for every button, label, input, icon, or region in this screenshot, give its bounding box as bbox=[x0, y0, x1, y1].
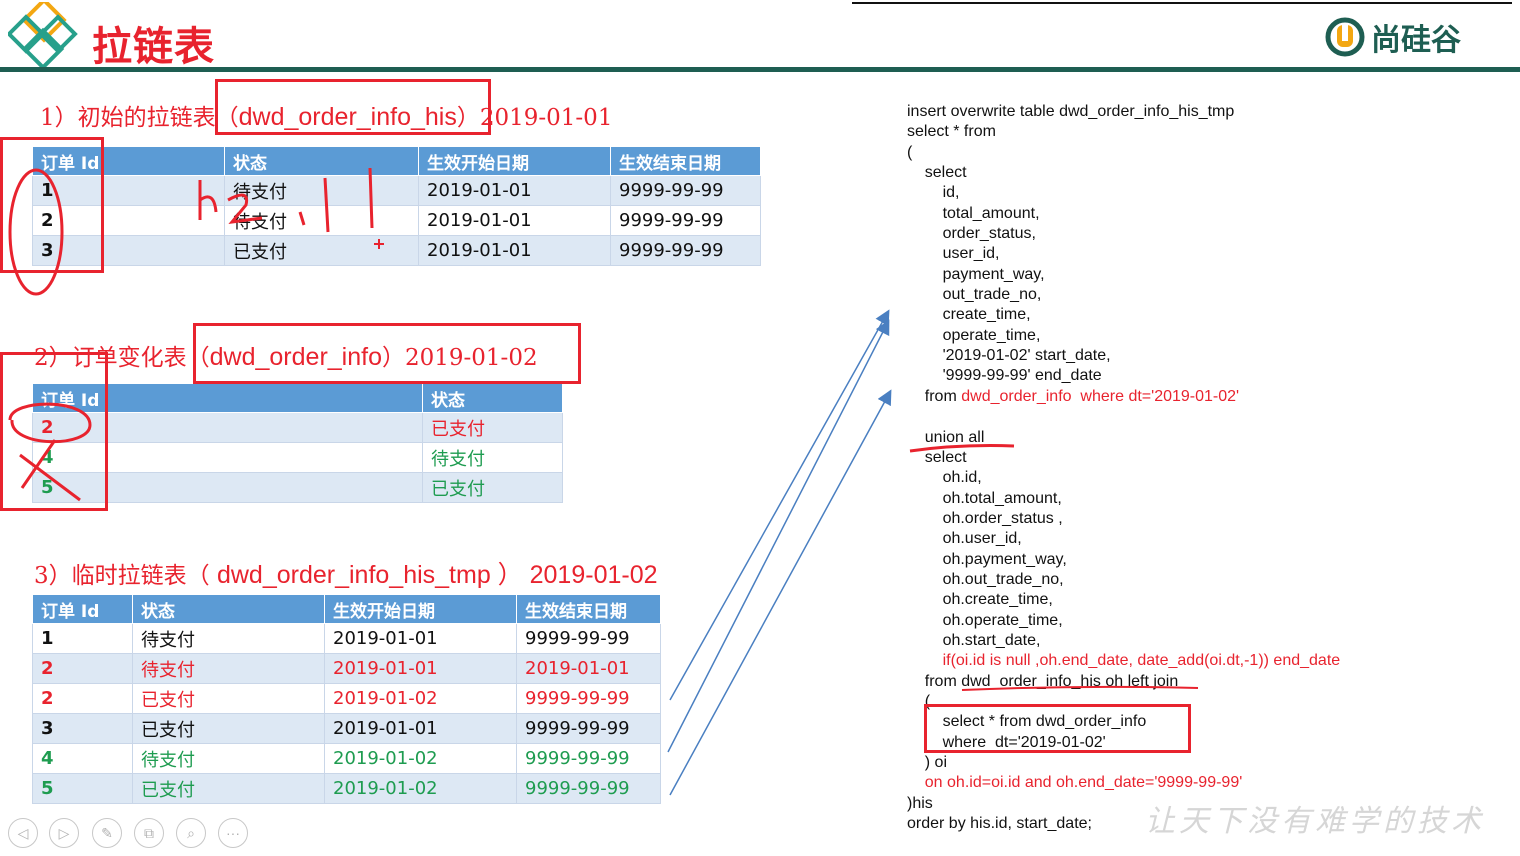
handwritten-underline bbox=[909, 444, 1015, 453]
slides-view-button[interactable]: ⧉ bbox=[134, 818, 164, 848]
handwritten-stroke bbox=[227, 193, 263, 224]
handwritten-circle bbox=[8, 402, 92, 444]
cursor-plus bbox=[374, 239, 384, 249]
pen-tool-button[interactable]: ✎ bbox=[92, 818, 122, 848]
watermark-slogan: 让天下没有难学的技术 bbox=[1145, 804, 1485, 839]
handwritten-circle bbox=[8, 168, 64, 296]
arrow-line bbox=[669, 309, 890, 701]
prev-slide-button[interactable]: ◁ bbox=[8, 818, 38, 848]
zoom-button[interactable]: ⌕ bbox=[176, 818, 206, 848]
arrow-line bbox=[669, 389, 892, 796]
arrow-line bbox=[667, 319, 890, 753]
more-options-button[interactable]: ··· bbox=[218, 818, 248, 848]
handwritten-cross bbox=[19, 439, 81, 502]
handwritten-underline bbox=[961, 685, 1199, 691]
next-slide-button[interactable]: ▷ bbox=[49, 818, 79, 848]
annotation-overlay bbox=[8, 167, 1199, 796]
handwritten-stroke bbox=[198, 180, 218, 220]
handwritten-stroke bbox=[298, 167, 374, 233]
